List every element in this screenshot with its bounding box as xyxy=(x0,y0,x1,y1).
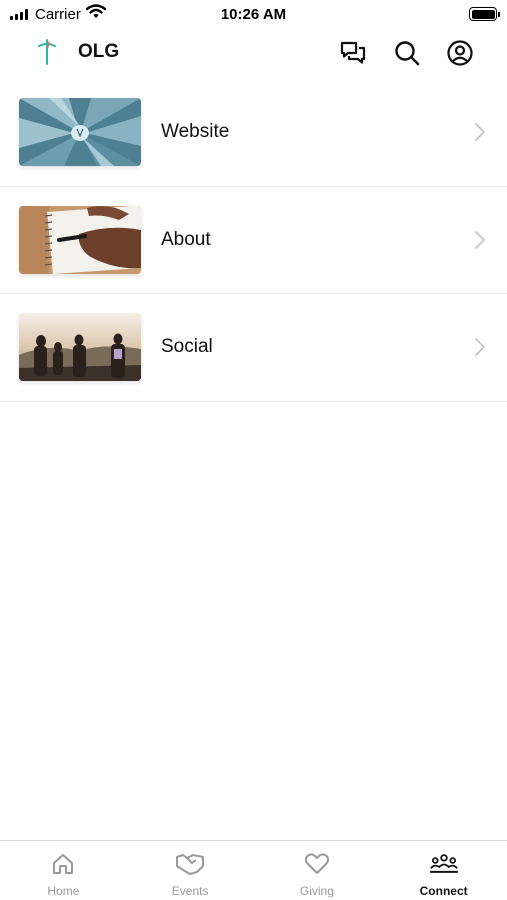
tab-label: Giving xyxy=(299,884,334,898)
tab-label: Connect xyxy=(419,884,468,898)
friends-sunset-image xyxy=(19,313,141,381)
status-time: 10:26 AM xyxy=(220,6,287,23)
chevron-right-icon xyxy=(474,122,486,147)
tab-events[interactable]: Events xyxy=(127,841,254,900)
tab-home[interactable]: Home xyxy=(0,841,127,900)
battery-icon xyxy=(469,7,500,21)
logo-cross-icon xyxy=(36,38,58,66)
agave-plant-image xyxy=(19,98,141,166)
home-icon xyxy=(49,851,77,877)
list-item-website[interactable]: Website xyxy=(0,79,507,187)
notebook-writing-image xyxy=(19,205,141,274)
tab-bar: Home Events Giving Connect xyxy=(0,840,507,900)
chat-icon[interactable] xyxy=(338,38,368,68)
chevron-right-icon xyxy=(474,337,486,362)
heart-icon xyxy=(303,851,331,877)
item-label: Social xyxy=(161,336,213,357)
tab-label: Events xyxy=(171,884,209,898)
app-title: OLG xyxy=(78,41,120,62)
handshake-icon xyxy=(176,851,205,877)
tab-connect[interactable]: Connect xyxy=(380,841,507,900)
list-item-about[interactable]: About xyxy=(0,187,507,294)
item-label: Website xyxy=(161,121,230,142)
chevron-right-icon xyxy=(474,230,486,255)
list-item-social[interactable]: Social xyxy=(0,294,507,402)
tab-label: Home xyxy=(47,884,80,898)
profile-icon[interactable] xyxy=(445,38,475,68)
item-label: About xyxy=(161,228,211,250)
connect-list: Website About Social xyxy=(0,79,507,402)
status-bar: Carrier 10:26 AM xyxy=(0,0,507,28)
search-icon[interactable] xyxy=(392,38,422,68)
app-header: OLG xyxy=(0,30,507,76)
group-icon xyxy=(429,851,458,877)
tab-giving[interactable]: Giving xyxy=(254,841,381,900)
